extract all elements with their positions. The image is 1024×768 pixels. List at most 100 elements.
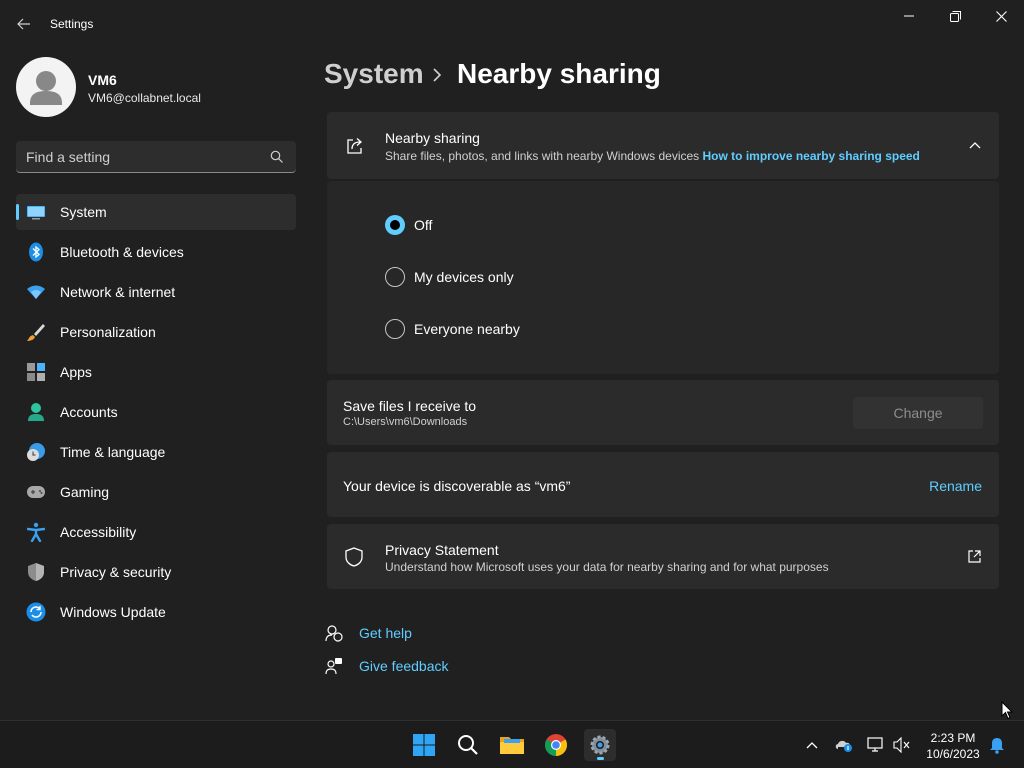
- chrome-button[interactable]: [540, 729, 572, 761]
- search-icon: [458, 735, 478, 755]
- open-external-icon[interactable]: [968, 550, 981, 563]
- sidebar-item-label: Time & language: [60, 444, 166, 460]
- restore-button[interactable]: [932, 0, 978, 32]
- sidebar-item-label: System: [60, 204, 107, 220]
- back-arrow-icon: [17, 18, 30, 30]
- radio-button[interactable]: [385, 319, 405, 339]
- avatar[interactable]: [16, 57, 76, 117]
- sidebar-item-label: Privacy & security: [60, 564, 172, 580]
- help-link[interactable]: How to improve nearby sharing speed: [703, 149, 920, 163]
- save-files-title: Save files I receive to: [343, 398, 477, 414]
- sidebar-item-gaming[interactable]: Gaming: [16, 474, 296, 510]
- volume-tray[interactable]: [892, 735, 912, 755]
- search-icon[interactable]: [270, 150, 284, 164]
- sidebar-item-label: Network & internet: [60, 284, 176, 300]
- sidebar-item-accounts[interactable]: Accounts: [16, 394, 296, 430]
- radio-button[interactable]: [385, 215, 405, 235]
- nearby-sharing-options: Off My devices only Everyone nearby: [327, 181, 999, 374]
- nearby-sharing-title: Nearby sharing: [385, 130, 480, 146]
- gamepad-icon: [26, 482, 46, 502]
- share-icon: [347, 138, 362, 154]
- bell-icon: [990, 738, 1004, 754]
- taskbar: 2:23 PM 10/6/2023: [0, 720, 1024, 768]
- shield-outline-icon: [345, 547, 363, 567]
- sidebar-item-label: Bluetooth & devices: [60, 244, 184, 260]
- give-feedback-row[interactable]: Give feedback: [325, 657, 449, 675]
- speaker-muted-icon: [893, 737, 910, 753]
- sidebar-item-system[interactable]: System: [16, 194, 296, 230]
- network-tray[interactable]: [866, 735, 886, 755]
- sidebar-item-network[interactable]: Network & internet: [16, 274, 296, 310]
- shield-icon: [26, 562, 46, 582]
- sidebar-item-bluetooth[interactable]: Bluetooth & devices: [16, 234, 296, 270]
- monitor-icon: [26, 202, 46, 222]
- radio-option-my-devices[interactable]: My devices only: [385, 267, 514, 287]
- sidebar-item-label: Accessibility: [60, 524, 137, 540]
- discoverable-card: Your device is discoverable as “vm6” Ren…: [327, 452, 999, 517]
- change-button[interactable]: Change: [853, 397, 983, 429]
- get-help-row[interactable]: Get help: [325, 624, 412, 642]
- radio-label: Everyone nearby: [414, 321, 520, 337]
- breadcrumb-parent[interactable]: System: [324, 58, 424, 90]
- sidebar-item-accessibility[interactable]: Accessibility: [16, 514, 296, 550]
- notifications-button[interactable]: [987, 735, 1007, 755]
- rename-link[interactable]: Rename: [929, 478, 982, 494]
- gear-icon: [590, 735, 610, 755]
- discoverable-text: Your device is discoverable as “vm6”: [343, 478, 571, 494]
- start-button[interactable]: [408, 729, 440, 761]
- privacy-statement-card[interactable]: Privacy Statement Understand how Microso…: [327, 524, 999, 589]
- privacy-description: Understand how Microsoft uses your data …: [385, 560, 829, 574]
- sidebar-item-time-language[interactable]: Time & language: [16, 434, 296, 470]
- save-files-path: C:\Users\vm6\Downloads: [343, 416, 468, 428]
- paintbrush-icon: [26, 322, 46, 342]
- file-explorer-button[interactable]: [496, 729, 528, 761]
- minimize-icon: [904, 15, 914, 17]
- accessibility-icon: [26, 522, 46, 542]
- update-icon: [26, 602, 46, 622]
- sidebar-item-privacy[interactable]: Privacy & security: [16, 554, 296, 590]
- folder-icon: [500, 737, 524, 754]
- apps-icon: [26, 362, 46, 382]
- sidebar-item-label: Accounts: [60, 404, 118, 420]
- radio-label: My devices only: [414, 269, 514, 285]
- sidebar-item-apps[interactable]: Apps: [16, 354, 296, 390]
- radio-button[interactable]: [385, 267, 405, 287]
- clock[interactable]: 2:23 PM 10/6/2023: [918, 730, 988, 762]
- give-feedback-link[interactable]: Give feedback: [359, 658, 449, 674]
- chrome-icon: [545, 734, 567, 756]
- search-input[interactable]: [26, 141, 266, 172]
- show-hidden-icons-button[interactable]: [802, 735, 822, 755]
- taskbar-search-button[interactable]: [452, 729, 484, 761]
- active-indicator: [597, 757, 604, 760]
- network-monitor-icon: [867, 737, 883, 752]
- settings-taskbar-button[interactable]: [584, 729, 616, 761]
- sidebar-item-windows-update[interactable]: Windows Update: [16, 594, 296, 630]
- wifi-icon: [26, 282, 46, 302]
- feedback-icon: [325, 658, 342, 675]
- person-icon: [26, 402, 46, 422]
- radio-option-off[interactable]: Off: [385, 215, 432, 235]
- privacy-title: Privacy Statement: [385, 542, 499, 558]
- radio-option-everyone[interactable]: Everyone nearby: [385, 319, 520, 339]
- page-title: Nearby sharing: [457, 58, 661, 89]
- sidebar-item-label: Gaming: [60, 484, 110, 500]
- radio-label: Off: [414, 217, 433, 233]
- nearby-sharing-header[interactable]: Nearby sharing Share files, photos, and …: [327, 112, 999, 179]
- onedrive-tray[interactable]: [834, 735, 854, 755]
- back-button[interactable]: [10, 10, 38, 38]
- sidebar-item-personalization[interactable]: Personalization: [16, 314, 296, 350]
- description-text: Share files, photos, and links with near…: [385, 149, 700, 163]
- search-box[interactable]: [16, 141, 296, 173]
- sidebar-item-label: Windows Update: [60, 604, 166, 620]
- sidebar-nav: System Bluetooth & devices Network & int…: [16, 194, 296, 634]
- user-name: VM6: [88, 72, 117, 88]
- chevron-right-icon: [433, 68, 442, 82]
- app-title: Settings: [50, 17, 94, 31]
- chevron-up-icon[interactable]: [969, 141, 981, 149]
- get-help-link[interactable]: Get help: [359, 625, 412, 641]
- close-button[interactable]: [978, 0, 1024, 32]
- clock-time: 2:23 PM: [930, 731, 976, 745]
- cloud-icon: [835, 740, 852, 752]
- minimize-button[interactable]: [886, 0, 932, 32]
- sidebar-item-label: Apps: [60, 364, 92, 380]
